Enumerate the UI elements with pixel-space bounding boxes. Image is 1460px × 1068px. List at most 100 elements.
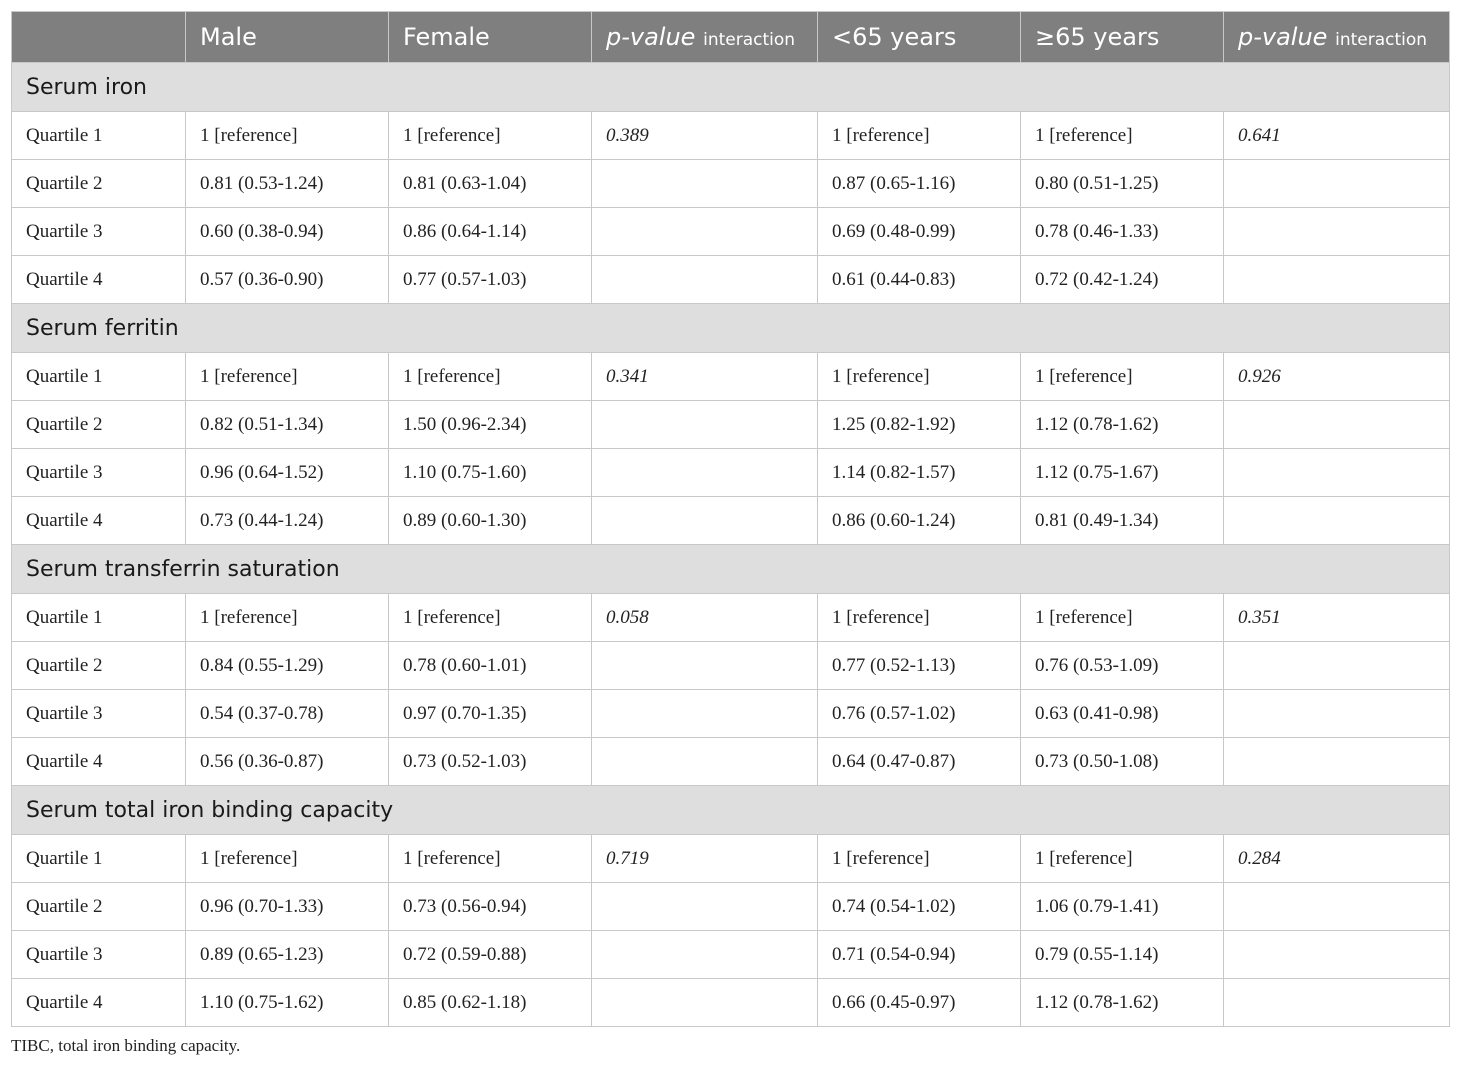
table-row: Quartile 11 [reference] 1 [reference] 0.05… — [11, 593, 1450, 642]
row-label: Quartile 3 — [11, 689, 186, 738]
table-row: Quartile 3 0.54 (0.37-0.78) 0.97 (0.70-1.3… — [11, 689, 1450, 738]
cell-female: 0.97 (0.70-1.35) — [388, 689, 592, 738]
row-label: Quartile 2 — [11, 882, 186, 931]
row-label: Quartile 3 — [11, 448, 186, 497]
cell-over-65: 1 [reference] — [1020, 111, 1224, 160]
cell-over-65: 1.06 (0.79-1.41) — [1020, 882, 1224, 931]
table-row: Quartile 4 0.56 (0.36-0.87) 0.73 (0.52-1.0… — [11, 737, 1450, 786]
cell-male: 0.57 (0.36-0.90) — [185, 255, 389, 304]
cell-p-value-age — [1223, 448, 1450, 497]
table-row: Quartile 2 0.82 (0.51-1.34) 1.50 (0.96-2.3… — [11, 400, 1450, 449]
table-row: Quartile 2 0.96 (0.70-1.33) 0.73 (0.56-0.9… — [11, 882, 1450, 931]
cell-p-value-sex: 0.341 — [591, 352, 818, 401]
cell-over-65: 0.78 (0.46-1.33) — [1020, 207, 1224, 256]
cell-p-value-sex — [591, 641, 818, 690]
cell-over-65: 1 [reference] — [1020, 834, 1224, 883]
cell-p-value-sex: 0.389 — [591, 111, 818, 160]
header-p2-label: p-value — [1238, 23, 1328, 51]
cell-p-value-age — [1223, 737, 1450, 786]
cell-female: 0.85 (0.62-1.18) — [388, 978, 592, 1027]
cell-female: 0.89 (0.60-1.30) — [388, 496, 592, 545]
cell-p-value-age — [1223, 400, 1450, 449]
cell-under-65: 0.86 (0.60-1.24) — [817, 496, 1021, 545]
cell-male: 0.60 (0.38-0.94) — [185, 207, 389, 256]
row-label: Quartile 1 — [11, 352, 186, 401]
cell-female: 0.73 (0.52-1.03) — [388, 737, 592, 786]
header-female: Female — [388, 11, 592, 63]
cell-male: 1 [reference] — [185, 111, 389, 160]
cell-p-value-sex — [591, 689, 818, 738]
table-body: Serum iron Quartile 11 [reference] 1 [refe… — [11, 62, 1450, 1027]
cell-under-65: 1 [reference] — [817, 352, 1021, 401]
cell-p-value-age — [1223, 641, 1450, 690]
table-row: Quartile 3 0.89 (0.65-1.23) 0.72 (0.59-0.8… — [11, 930, 1450, 979]
cell-female: 0.86 (0.64-1.14) — [388, 207, 592, 256]
cell-p-value-sex — [591, 159, 818, 208]
cell-female: 0.78 (0.60-1.01) — [388, 641, 592, 690]
row-label: Quartile 2 — [11, 159, 186, 208]
cell-p-value-sex — [591, 882, 818, 931]
header-male: Male — [185, 11, 389, 63]
cell-under-65: 0.77 (0.52-1.13) — [817, 641, 1021, 690]
cell-p-value-age: 0.284 — [1223, 834, 1450, 883]
cell-over-65: 1.12 (0.78-1.62) — [1020, 400, 1224, 449]
cell-over-65: 1.12 (0.78-1.62) — [1020, 978, 1224, 1027]
cell-p-value-age — [1223, 930, 1450, 979]
cell-male: 1 [reference] — [185, 352, 389, 401]
cell-p-value-age — [1223, 255, 1450, 304]
cell-male: 0.82 (0.51-1.34) — [185, 400, 389, 449]
table-row: Quartile 3 0.96 (0.64-1.52) 1.10 (0.75-1.6… — [11, 448, 1450, 497]
cell-p-value-sex — [591, 448, 818, 497]
row-label: Quartile 2 — [11, 641, 186, 690]
cell-p-value-sex — [591, 930, 818, 979]
table-row: Quartile 4 0.57 (0.36-0.90) 0.77 (0.57-1.0… — [11, 255, 1450, 304]
cell-female: 1 [reference] — [388, 111, 592, 160]
cell-p-value-age: 0.641 — [1223, 111, 1450, 160]
cell-p-value-age: 0.351 — [1223, 593, 1450, 642]
cell-under-65: 0.69 (0.48-0.99) — [817, 207, 1021, 256]
row-label: Quartile 4 — [11, 978, 186, 1027]
cell-male: 1.10 (0.75-1.62) — [185, 978, 389, 1027]
row-label: Quartile 1 — [11, 593, 186, 642]
cell-male: 0.73 (0.44-1.24) — [185, 496, 389, 545]
cell-female: 1 [reference] — [388, 593, 592, 642]
row-label: Quartile 1 — [11, 834, 186, 883]
cell-over-65: 1.12 (0.75-1.67) — [1020, 448, 1224, 497]
cell-p-value-age — [1223, 689, 1450, 738]
cell-under-65: 1 [reference] — [817, 111, 1021, 160]
table-row: Quartile 11 [reference] 1 [reference] 0.38… — [11, 111, 1450, 160]
header-row: Male Female p-value interaction <65 year… — [11, 11, 1450, 63]
header-p-value-sex: p-value interaction — [591, 11, 818, 63]
cell-p-value-sex — [591, 978, 818, 1027]
cell-p-value-age: 0.926 — [1223, 352, 1450, 401]
cell-male: 0.81 (0.53-1.24) — [185, 159, 389, 208]
cell-over-65: 0.76 (0.53-1.09) — [1020, 641, 1224, 690]
cell-under-65: 1 [reference] — [817, 834, 1021, 883]
row-label: Quartile 2 — [11, 400, 186, 449]
cell-under-65: 1.14 (0.82-1.57) — [817, 448, 1021, 497]
row-label: Quartile 3 — [11, 207, 186, 256]
cell-female: 0.81 (0.63-1.04) — [388, 159, 592, 208]
cell-p-value-sex — [591, 496, 818, 545]
header-blank — [11, 11, 186, 63]
header-p-label: p-value — [606, 23, 696, 51]
cell-over-65: 1 [reference] — [1020, 352, 1224, 401]
section-row: Serum iron — [11, 62, 1450, 112]
cell-female: 1.10 (0.75-1.60) — [388, 448, 592, 497]
cell-under-65: 0.71 (0.54-0.94) — [817, 930, 1021, 979]
cell-over-65: 1 [reference] — [1020, 593, 1224, 642]
header-p-sub: interaction — [703, 30, 796, 50]
cell-male: 1 [reference] — [185, 593, 389, 642]
section-title: Serum iron — [11, 62, 1450, 112]
cell-male: 1 [reference] — [185, 834, 389, 883]
row-label: Quartile 1 — [11, 111, 186, 160]
cell-male: 0.84 (0.55-1.29) — [185, 641, 389, 690]
cell-p-value-sex — [591, 207, 818, 256]
cell-p-value-sex: 0.058 — [591, 593, 818, 642]
section-title: Serum total iron binding capacity — [11, 785, 1450, 835]
cell-over-65: 0.63 (0.41-0.98) — [1020, 689, 1224, 738]
cell-under-65: 0.64 (0.47-0.87) — [817, 737, 1021, 786]
cell-male: 0.89 (0.65-1.23) — [185, 930, 389, 979]
cell-female: 1 [reference] — [388, 834, 592, 883]
row-label: Quartile 3 — [11, 930, 186, 979]
